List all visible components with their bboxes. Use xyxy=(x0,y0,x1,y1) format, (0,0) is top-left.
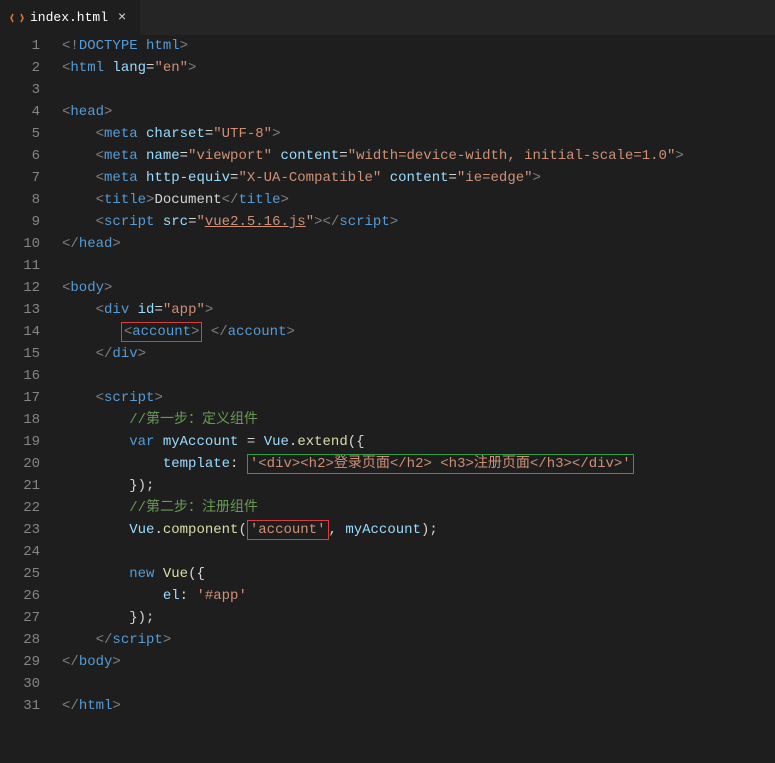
close-icon[interactable]: × xyxy=(114,10,130,26)
code-line: }); xyxy=(62,607,775,629)
code-line: }); xyxy=(62,475,775,497)
code-line: </html> xyxy=(62,695,775,717)
code-line: <body> xyxy=(62,277,775,299)
code-line: <meta charset="UTF-8"> xyxy=(62,123,775,145)
code-line: </head> xyxy=(62,233,775,255)
html-file-icon xyxy=(10,11,24,25)
code-line: Vue.component('account', myAccount); xyxy=(62,519,775,541)
code-line: <!DOCTYPE html> xyxy=(62,35,775,57)
code-line: <div id="app"> xyxy=(62,299,775,321)
highlight-box-green: '<div><h2>登录页面</h2> <h3>注册页面</h3></div>' xyxy=(247,454,634,474)
code-line xyxy=(62,365,775,387)
code-line: template: '<div><h2>登录页面</h2> <h3>注册页面</… xyxy=(62,453,775,475)
line-number-gutter: 12345 678910 1112131415 1617181920 21222… xyxy=(0,35,58,763)
tab-bar: index.html × xyxy=(0,0,775,35)
code-line: //第二步：注册组件 xyxy=(62,497,775,519)
code-line xyxy=(62,673,775,695)
code-line xyxy=(62,255,775,277)
code-line: </body> xyxy=(62,651,775,673)
code-line xyxy=(62,541,775,563)
code-line: <meta name="viewport" content="width=dev… xyxy=(62,145,775,167)
code-line: <title>Document</title> xyxy=(62,189,775,211)
tab-label: index.html xyxy=(30,10,108,25)
code-line: </div> xyxy=(62,343,775,365)
highlight-box-red: <account> xyxy=(121,322,203,342)
highlight-box-red: 'account' xyxy=(247,520,329,540)
code-line: //第一步：定义组件 xyxy=(62,409,775,431)
code-line: <script src="vue2.5.16.js"></script> xyxy=(62,211,775,233)
code-line: <script> xyxy=(62,387,775,409)
code-area[interactable]: <!DOCTYPE html> <html lang="en"> <head> … xyxy=(58,35,775,763)
code-line: <account> </account> xyxy=(62,321,775,343)
code-line: <html lang="en"> xyxy=(62,57,775,79)
code-line: <meta http-equiv="X-UA-Compatible" conte… xyxy=(62,167,775,189)
code-line xyxy=(62,79,775,101)
code-line: </script> xyxy=(62,629,775,651)
editor[interactable]: 12345 678910 1112131415 1617181920 21222… xyxy=(0,35,775,763)
code-line: var myAccount = Vue.extend({ xyxy=(62,431,775,453)
code-line: new Vue({ xyxy=(62,563,775,585)
code-line: <head> xyxy=(62,101,775,123)
code-line: el: '#app' xyxy=(62,585,775,607)
tab-index-html[interactable]: index.html × xyxy=(0,0,141,35)
